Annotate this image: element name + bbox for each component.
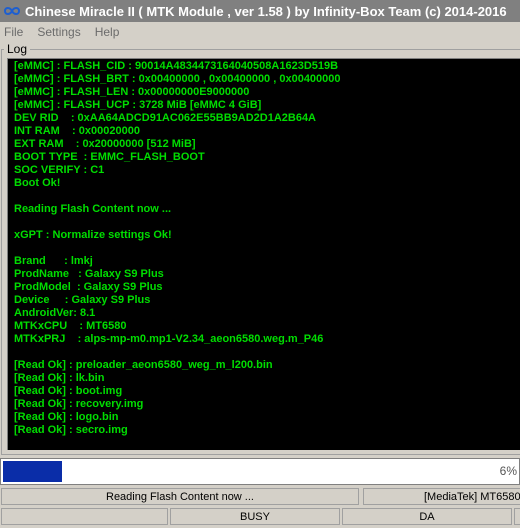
log-line: xGPT : Normalize settings Ok! — [14, 229, 172, 241]
status-empty-cell — [1, 508, 168, 525]
log-line: [Read Ok] : lk.bin — [14, 372, 105, 384]
menu-settings[interactable]: Settings — [37, 25, 80, 39]
progress-percent: 6% — [499, 464, 517, 478]
log-line: EXT RAM : 0x20000000 [512 MiB] — [14, 138, 196, 150]
log-console[interactable]: [eMMC] : FLASH_CID : 90014A4834473164040… — [7, 58, 520, 450]
log-line: [Read Ok] : boot.img — [14, 385, 123, 397]
progress-bar: 6% — [0, 458, 520, 485]
log-line: Reading Flash Content now ... — [14, 203, 172, 215]
menu-file[interactable]: File — [4, 25, 23, 39]
log-line: [Read Ok] : secro.img — [14, 424, 128, 436]
log-line: Brand : lmkj — [14, 255, 93, 267]
status-da: DA — [342, 508, 512, 525]
status-end-cell — [514, 508, 520, 525]
infinity-icon — [3, 7, 21, 15]
menu-bar: File Settings Help — [0, 22, 520, 42]
menu-help[interactable]: Help — [95, 25, 120, 39]
title-bar: Chinese Miracle II ( MTK Module , ver 1.… — [0, 0, 520, 22]
status-platform: [MediaTek] MT6580_ — [363, 488, 520, 505]
log-line: [eMMC] : FLASH_CID : 90014A4834473164040… — [14, 60, 339, 72]
log-line: DEV RID : 0xAA64ADCD91AC062E55BB9AD2D1A2… — [14, 112, 317, 124]
log-line: [eMMC] : FLASH_UCP : 3728 MiB [eMMC 4 Gi… — [14, 99, 262, 111]
log-line: AndroidVer: 8.1 — [14, 307, 96, 319]
progress-fill — [3, 461, 62, 482]
log-line: Boot Ok! — [14, 177, 61, 189]
log-line: ProdName : Galaxy S9 Plus — [14, 268, 164, 280]
log-line: INT RAM : 0x00020000 — [14, 125, 140, 137]
log-line: [Read Ok] : preloader_aeon6580_weg_m_l20… — [14, 359, 273, 371]
log-line: [eMMC] : FLASH_BRT : 0x00400000 , 0x0040… — [14, 73, 341, 85]
log-line: Device : Galaxy S9 Plus — [14, 294, 151, 306]
log-line: MTKxCPU : MT6580 — [14, 320, 127, 332]
log-line: [Read Ok] : recovery.img — [14, 398, 144, 410]
log-line: SOC VERIFY : C1 — [14, 164, 105, 176]
log-line: MTKxPRJ : alps-mp-m0.mp1-V2.34_aeon6580.… — [14, 333, 324, 345]
log-line: BOOT TYPE : EMMC_FLASH_BOOT — [14, 151, 205, 163]
log-line: [eMMC] : FLASH_LEN : 0x00000000E9000000 — [14, 86, 250, 98]
log-line: [Read Ok] : logo.bin — [14, 411, 119, 423]
window-title: Chinese Miracle II ( MTK Module , ver 1.… — [25, 3, 507, 19]
status-message: Reading Flash Content now ... — [1, 488, 359, 505]
log-line: ProdModel : Galaxy S9 Plus — [14, 281, 163, 293]
status-busy: BUSY — [170, 508, 340, 525]
log-group-label: Log — [4, 42, 31, 56]
